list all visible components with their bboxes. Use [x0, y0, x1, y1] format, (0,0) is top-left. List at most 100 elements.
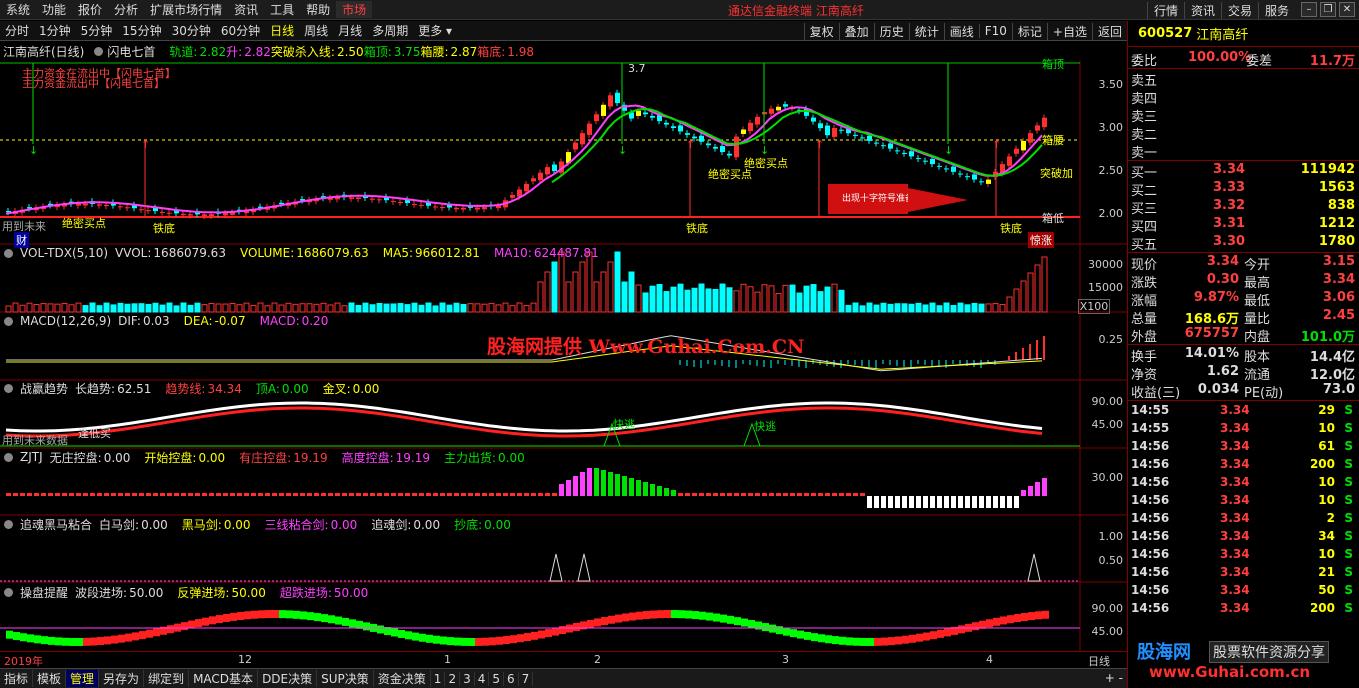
order-ratio-row: 委比 100.00% 委差 11.7万: [1128, 47, 1359, 69]
zoom-buttons[interactable]: + -: [1105, 671, 1123, 685]
tool-mark[interactable]: 标记: [1011, 22, 1047, 40]
bottom-page-1[interactable]: 1: [431, 671, 446, 686]
caopan-item-2: 超跌进场: 50.00: [280, 586, 375, 600]
volume-bar: [747, 286, 754, 313]
zjtj-bar: [888, 496, 893, 508]
menu-quote[interactable]: 报价: [72, 1, 108, 18]
period-60min[interactable]: 60分钟: [216, 22, 265, 39]
zjtj-settings-icon[interactable]: [4, 452, 13, 462]
buy-3[interactable]: 买三 3.32 838: [1128, 197, 1359, 217]
zjtj-bar: [48, 493, 53, 496]
volume-bar: [474, 303, 481, 313]
bottom-page-2[interactable]: 2: [445, 671, 461, 686]
buy-1[interactable]: 买一 3.34 111942: [1128, 161, 1359, 181]
period-30min[interactable]: 30分钟: [167, 22, 216, 39]
sell-1-label: 卖一: [1131, 146, 1158, 161]
zjtj-bar: [720, 493, 725, 496]
candle-body: [587, 123, 592, 135]
top-button-info[interactable]: 资讯: [1183, 1, 1221, 19]
bottom-bind-to[interactable]: 绑定到: [144, 670, 190, 687]
finance-badge[interactable]: 财: [14, 232, 29, 248]
vol-name[interactable]: VOL-TDX(5,10): [20, 246, 108, 260]
volume-bar: [131, 303, 138, 313]
volume-bar: [166, 302, 173, 313]
tool-overlay[interactable]: 叠加: [838, 22, 874, 40]
tool-draw[interactable]: 画线: [943, 22, 979, 40]
tool-back[interactable]: 返回: [1091, 22, 1127, 40]
bottom-indicators[interactable]: 指标: [0, 670, 34, 687]
zjtj-bar: [643, 482, 648, 496]
period-monthly[interactable]: 月线: [333, 22, 367, 39]
zhuihun-name[interactable]: 追魂黑马粘合: [20, 516, 92, 533]
bottom-save-as[interactable]: 另存为: [99, 670, 145, 687]
bottom-macd-basic[interactable]: MACD基本: [189, 670, 259, 687]
menu-market-tab[interactable]: 市场: [336, 1, 373, 18]
restore-icon[interactable]: ❐: [1320, 2, 1336, 17]
bottom-dde-decision[interactable]: DDE决策: [258, 670, 318, 687]
bottom-fund-decision[interactable]: 资金决策: [374, 670, 431, 687]
close-icon[interactable]: ✕: [1339, 2, 1355, 17]
period-5min[interactable]: 5分钟: [76, 22, 118, 39]
macd-settings-icon[interactable]: [4, 316, 13, 326]
brand-url: www.Guhai.com.cn: [1149, 663, 1311, 681]
bottom-page-4[interactable]: 4: [475, 671, 490, 686]
bottom-sup-decision[interactable]: SUP决策: [317, 670, 374, 687]
menu-tools[interactable]: 工具: [264, 1, 300, 18]
main-param-value-5: 1.98: [507, 44, 534, 59]
caopan-name[interactable]: 操盘提醒: [20, 584, 68, 601]
period-1min[interactable]: 1分钟: [34, 22, 76, 39]
menu-info[interactable]: 资讯: [228, 1, 264, 18]
period-intraday[interactable]: 分时: [0, 22, 34, 39]
top-button-quote[interactable]: 行情: [1146, 1, 1184, 19]
menu-system[interactable]: 系统: [0, 1, 36, 18]
vol-settings-icon[interactable]: [4, 248, 13, 258]
volume-bar: [908, 303, 915, 313]
caopan-step: [482, 637, 489, 646]
volume-bar: [390, 303, 397, 313]
tool-adjust[interactable]: 复权: [803, 22, 839, 40]
top-button-service[interactable]: 服务: [1257, 1, 1295, 19]
bottom-template[interactable]: 模板: [33, 670, 67, 687]
period-daily[interactable]: 日线: [265, 22, 299, 39]
buy-5[interactable]: 买五 3.30 1780: [1128, 233, 1359, 253]
zhanyin-settings-icon[interactable]: [4, 383, 13, 393]
menu-function[interactable]: 功能: [36, 1, 72, 18]
main-indicator-name[interactable]: 闪电七首: [107, 43, 155, 60]
macd-name[interactable]: MACD(12,26,9): [20, 314, 111, 328]
caopan-step: [272, 610, 279, 619]
bottom-page-3[interactable]: 3: [460, 671, 475, 686]
tool-add-watch[interactable]: +自选: [1046, 22, 1092, 40]
bottom-manage[interactable]: 管理: [66, 670, 100, 687]
period-15min[interactable]: 15分钟: [117, 22, 166, 39]
tool-history[interactable]: 历史: [873, 22, 909, 40]
main-param-label-5: 箱底:: [477, 44, 506, 59]
period-weekly[interactable]: 周线: [299, 22, 333, 39]
volume-bar: [740, 283, 747, 313]
tool-stats[interactable]: 统计: [908, 22, 944, 40]
top-button-trade[interactable]: 交易: [1220, 1, 1258, 19]
caopan-step: [594, 618, 601, 627]
limit-up-badge[interactable]: 惊涨: [1028, 232, 1054, 248]
caopan-settings-icon[interactable]: [4, 587, 13, 597]
menu-help[interactable]: 帮助: [300, 1, 336, 18]
bottom-page-7[interactable]: 7: [519, 671, 534, 686]
buy-4[interactable]: 买四 3.31 1212: [1128, 215, 1359, 235]
indicator-settings-icon[interactable]: [94, 46, 104, 56]
period-more[interactable]: 更多 ▾: [413, 22, 457, 39]
zhuihun-label-1: 黑马剑:: [181, 517, 222, 532]
minimize-icon[interactable]: –: [1301, 2, 1317, 17]
tick-list[interactable]: 14:55 3.34 29 S 14:55 3.34 10 S 14:56 3.34 61 S 14:5…: [1128, 401, 1359, 617]
zhanyin-name[interactable]: 战赢趋势: [20, 380, 68, 397]
menu-analysis[interactable]: 分析: [108, 1, 144, 18]
zhuihun-settings-icon[interactable]: [4, 519, 13, 529]
period-multi[interactable]: 多周期: [367, 22, 413, 39]
bottom-page-6[interactable]: 6: [504, 671, 519, 686]
tick-side: S: [1344, 511, 1353, 525]
tool-f10[interactable]: F10: [978, 24, 1012, 38]
caopan-step: [1035, 611, 1042, 620]
bottom-page-5[interactable]: 5: [489, 671, 504, 686]
candle-body: [958, 173, 963, 175]
buy-2[interactable]: 买二 3.33 1563: [1128, 179, 1359, 199]
menu-extended-market[interactable]: 扩展市场行情: [144, 1, 228, 18]
zjtj-name[interactable]: ZJTJ: [20, 450, 43, 464]
